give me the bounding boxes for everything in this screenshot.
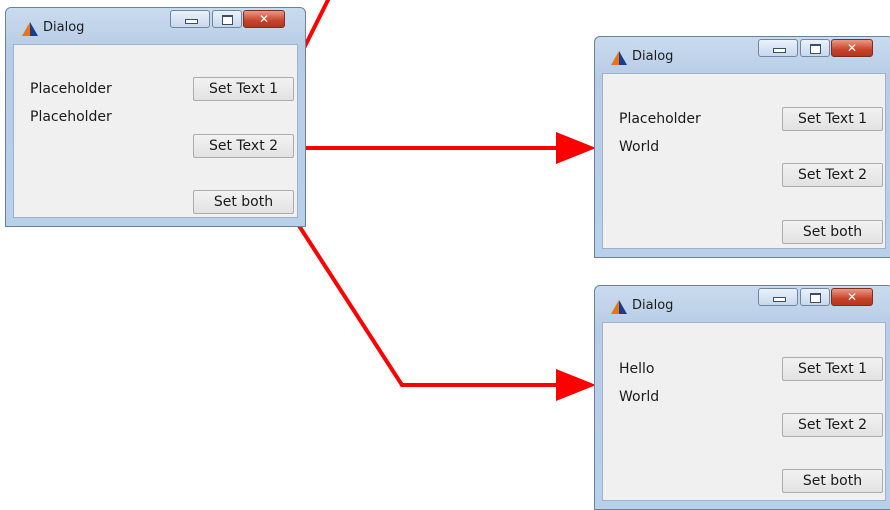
window-title: Dialog [632, 298, 674, 313]
close-button[interactable]: ✕ [243, 10, 285, 28]
set-text-2-button[interactable]: Set Text 2 [782, 163, 883, 187]
text-label-2: World [619, 389, 660, 405]
minimize-icon [185, 19, 198, 24]
maximize-button[interactable] [800, 288, 830, 306]
set-both-button[interactable]: Set both [193, 190, 294, 214]
minimize-icon [773, 48, 786, 53]
dialog-window-after-set-text-2: Dialog ✕ Placeholder World Set Text 1 Se… [594, 36, 890, 258]
minimize-button[interactable] [170, 10, 210, 28]
close-icon: ✕ [258, 12, 270, 26]
window-title: Dialog [632, 49, 674, 64]
close-button[interactable]: ✕ [831, 288, 873, 306]
maximize-button[interactable] [212, 10, 242, 28]
set-text-1-button[interactable]: Set Text 1 [782, 107, 883, 131]
set-text-1-button[interactable]: Set Text 1 [782, 357, 883, 381]
arrow-set-both-to-dialog [292, 216, 560, 387]
maximize-icon [810, 293, 821, 303]
minimize-button[interactable] [758, 39, 798, 57]
maximize-icon [810, 44, 821, 54]
text-label-1: Hello [619, 361, 655, 377]
arrowhead-set-both [556, 369, 596, 401]
set-text-2-button[interactable]: Set Text 2 [193, 134, 294, 158]
title-bar[interactable]: Dialog ✕ [602, 286, 886, 321]
dialog-window-initial: Dialog ✕ Placeholder Placeholder Set Tex… [5, 7, 306, 227]
app-triangle-icon [611, 51, 627, 65]
dialog-client-area: Placeholder World Set Text 1 Set Text 2 … [602, 73, 886, 249]
close-button[interactable]: ✕ [831, 39, 873, 57]
window-title: Dialog [43, 20, 85, 35]
close-icon: ✕ [846, 290, 858, 304]
close-icon: ✕ [846, 41, 858, 55]
title-bar[interactable]: Dialog ✕ [13, 8, 298, 43]
minimize-button[interactable] [758, 288, 798, 306]
maximize-icon [222, 15, 233, 25]
app-triangle-icon [22, 22, 38, 36]
set-text-1-button[interactable]: Set Text 1 [193, 77, 294, 101]
arrowhead-set-text-2 [556, 132, 596, 164]
dialog-window-after-set-both: Dialog ✕ Hello World Set Text 1 Set Text… [594, 285, 890, 510]
set-both-button[interactable]: Set both [782, 469, 883, 493]
minimize-icon [773, 297, 786, 302]
text-label-1: Placeholder [619, 111, 701, 127]
text-label-2: Placeholder [30, 109, 112, 125]
text-label-1: Placeholder [30, 81, 112, 97]
dialog-client-area: Hello World Set Text 1 Set Text 2 Set bo… [602, 322, 886, 501]
text-label-2: World [619, 139, 660, 155]
set-both-button[interactable]: Set both [782, 220, 883, 244]
maximize-button[interactable] [800, 39, 830, 57]
set-text-2-button[interactable]: Set Text 2 [782, 413, 883, 437]
title-bar[interactable]: Dialog ✕ [602, 37, 886, 72]
dialog-client-area: Placeholder Placeholder Set Text 1 Set T… [13, 44, 298, 218]
app-triangle-icon [611, 300, 627, 314]
